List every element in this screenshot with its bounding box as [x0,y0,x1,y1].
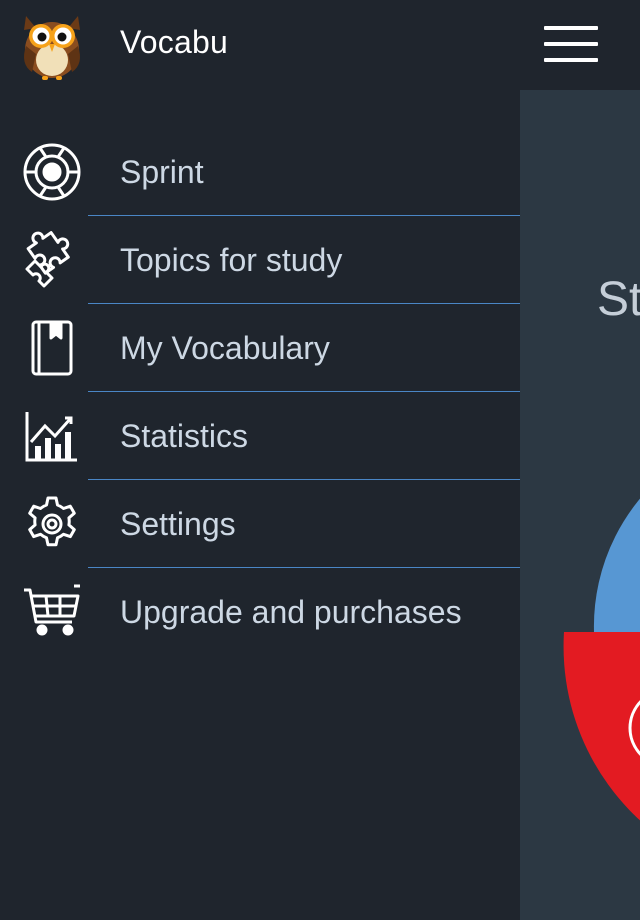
main-heading: St [597,273,640,326]
menu-item-label: Sprint [120,154,204,190]
menu-item-my-vocabulary[interactable]: My Vocabulary [0,304,520,392]
menu-item-label: Upgrade and purchases [120,594,462,630]
menu-item-label: Settings [120,506,236,542]
menu-item-topics[interactable]: Topics for study [0,216,520,304]
statistics-pie-chart [563,498,640,821]
menu-item-label: My Vocabulary [120,330,330,366]
hamburger-line [544,42,598,46]
navigation-drawer: Vocabu Sprint Topics for study My Vocabu… [0,0,520,920]
hamburger-menu-button[interactable] [544,24,600,64]
app-title: Vocabu [120,24,228,60]
menu-item-sprint[interactable]: Sprint [0,128,520,216]
menu-item-settings[interactable]: Settings [0,480,520,568]
app-header: Vocabu [0,0,520,90]
menu-item-label: Statistics [120,418,249,454]
puzzle-icon [20,230,84,290]
hamburger-line [544,26,598,30]
main-content-panel: St [520,0,640,920]
pie-slice-red [563,632,640,821]
gear-icon [20,494,84,554]
main-topbar [520,0,640,90]
owl-logo [24,16,80,80]
hamburger-line [544,58,598,62]
menu-item-label: Topics for study [120,242,343,278]
menu-item-upgrade[interactable]: Upgrade and purchases [0,568,520,656]
pie-slice-blue [593,498,640,632]
bookmark-book-icon [20,318,84,378]
drawer-menu: Sprint Topics for study My Vocabulary St… [0,128,520,656]
shopping-cart-icon [20,582,84,642]
menu-item-statistics[interactable]: Statistics [0,392,520,480]
bar-chart-icon [20,406,84,466]
sprint-lifebuoy-icon [20,142,84,202]
